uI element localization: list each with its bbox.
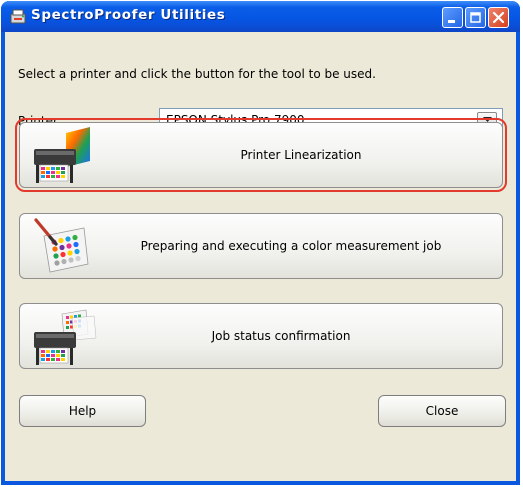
- help-button[interactable]: Help: [19, 395, 146, 427]
- close-icon: [492, 11, 505, 24]
- close-window-button[interactable]: [488, 7, 509, 28]
- color-measurement-job-label: Preparing and executing a color measurem…: [140, 239, 442, 253]
- printer-linearization-label: Printer Linearization: [240, 148, 362, 162]
- printer-linearization-button[interactable]: Printer Linearization: [15, 118, 507, 192]
- job-status-confirmation-button[interactable]: Job status confirmation: [19, 303, 503, 369]
- job-status-confirmation-label: Job status confirmation: [211, 329, 351, 343]
- printer-linearization-icon: [34, 127, 90, 183]
- dialog-body: Select a printer and click the button fo…: [5, 32, 516, 481]
- minimize-button[interactable]: [442, 7, 463, 28]
- color-measurement-job-button[interactable]: Preparing and executing a color measurem…: [19, 213, 503, 279]
- app-window: SpectroProofer Utilities Select a printe…: [1, 1, 520, 485]
- minimize-icon: [448, 20, 455, 23]
- close-button[interactable]: Close: [378, 395, 506, 427]
- instruction-text: Select a printer and click the button fo…: [18, 67, 376, 81]
- app-icon: [10, 9, 26, 24]
- maximize-icon: [470, 12, 481, 23]
- title-bar[interactable]: SpectroProofer Utilities: [1, 1, 520, 32]
- maximize-button[interactable]: [465, 7, 486, 28]
- window-title: SpectroProofer Utilities: [31, 7, 226, 23]
